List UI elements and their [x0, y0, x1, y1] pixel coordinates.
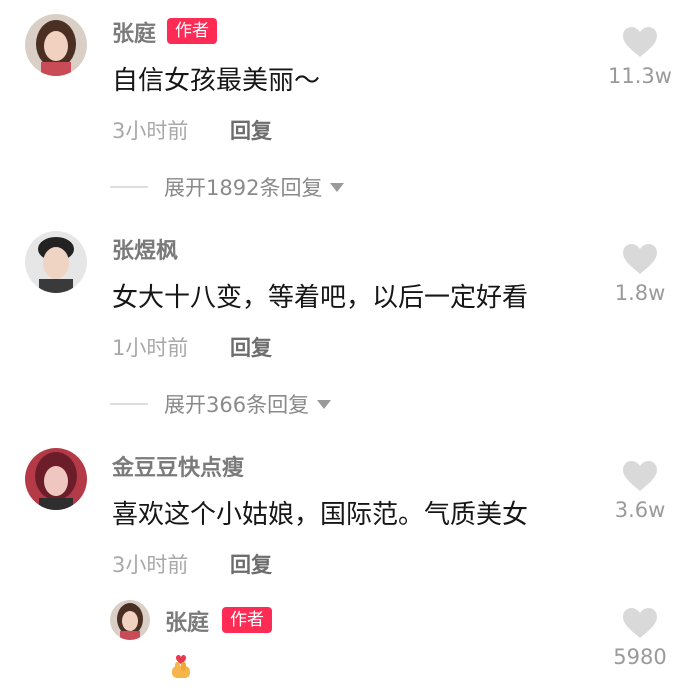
expand-replies-label: 展开1892条回复: [164, 176, 323, 200]
comment-item: 金豆豆快点瘦 喜欢这个小姑娘，国际范。气质美女 3小时前 回复 3.6w 张庭 …: [0, 432, 685, 700]
divider-line: [110, 186, 148, 188]
sub-reply-item: 张庭 作者 5980: [0, 597, 685, 700]
comment-author[interactable]: 张煜枫: [112, 233, 178, 265]
comment-author[interactable]: 张庭: [165, 605, 209, 637]
comment-author[interactable]: 金豆豆快点瘦: [112, 450, 244, 482]
avatar[interactable]: [25, 231, 87, 293]
finger-heart-icon: [166, 650, 196, 684]
reply-button[interactable]: 回复: [230, 549, 272, 579]
comment-text: 自信女孩最美丽～: [112, 66, 321, 96]
heart-icon: [623, 461, 657, 491]
like-count: 5980: [613, 645, 667, 669]
comment-time: 3小时前: [112, 119, 189, 143]
comment-item: 张庭 作者 自信女孩最美丽～ 3小时前 回复 11.3w 展开1892条回复: [0, 0, 685, 215]
like-button[interactable]: 1.8w: [600, 243, 680, 305]
comment-time: 3小时前: [112, 553, 189, 577]
caret-down-icon: [317, 399, 332, 409]
author-badge: 作者: [167, 18, 217, 44]
expand-replies-button[interactable]: 展开366条回复: [110, 389, 332, 419]
divider-line: [110, 403, 148, 405]
like-button[interactable]: 5980: [600, 607, 680, 669]
like-count: 11.3w: [608, 64, 672, 88]
like-count: 1.8w: [614, 281, 666, 305]
avatar[interactable]: [110, 600, 150, 640]
like-count: 3.6w: [614, 498, 666, 522]
reply-button[interactable]: 回复: [230, 332, 272, 362]
comment-text: 喜欢这个小姑娘，国际范。气质美女: [112, 500, 529, 530]
heart-icon: [623, 244, 657, 274]
like-button[interactable]: 11.3w: [600, 26, 680, 88]
comment-item: 张煜枫 女大十八变，等着吧，以后一定好看 1小时前 回复 1.8w 展开366条…: [0, 215, 685, 432]
comment-time: 1小时前: [112, 336, 189, 360]
avatar[interactable]: [25, 14, 87, 76]
heart-icon: [623, 608, 657, 638]
avatar[interactable]: [25, 448, 87, 510]
heart-icon: [623, 27, 657, 57]
comment-author[interactable]: 张庭: [112, 16, 156, 48]
comment-text: 女大十八变，等着吧，以后一定好看: [112, 283, 529, 313]
expand-replies-button[interactable]: 展开1892条回复: [110, 172, 345, 202]
like-button[interactable]: 3.6w: [600, 460, 680, 522]
expand-replies-label: 展开366条回复: [164, 393, 310, 417]
author-badge: 作者: [222, 607, 272, 633]
caret-down-icon: [330, 182, 345, 192]
reply-button[interactable]: 回复: [230, 115, 272, 145]
